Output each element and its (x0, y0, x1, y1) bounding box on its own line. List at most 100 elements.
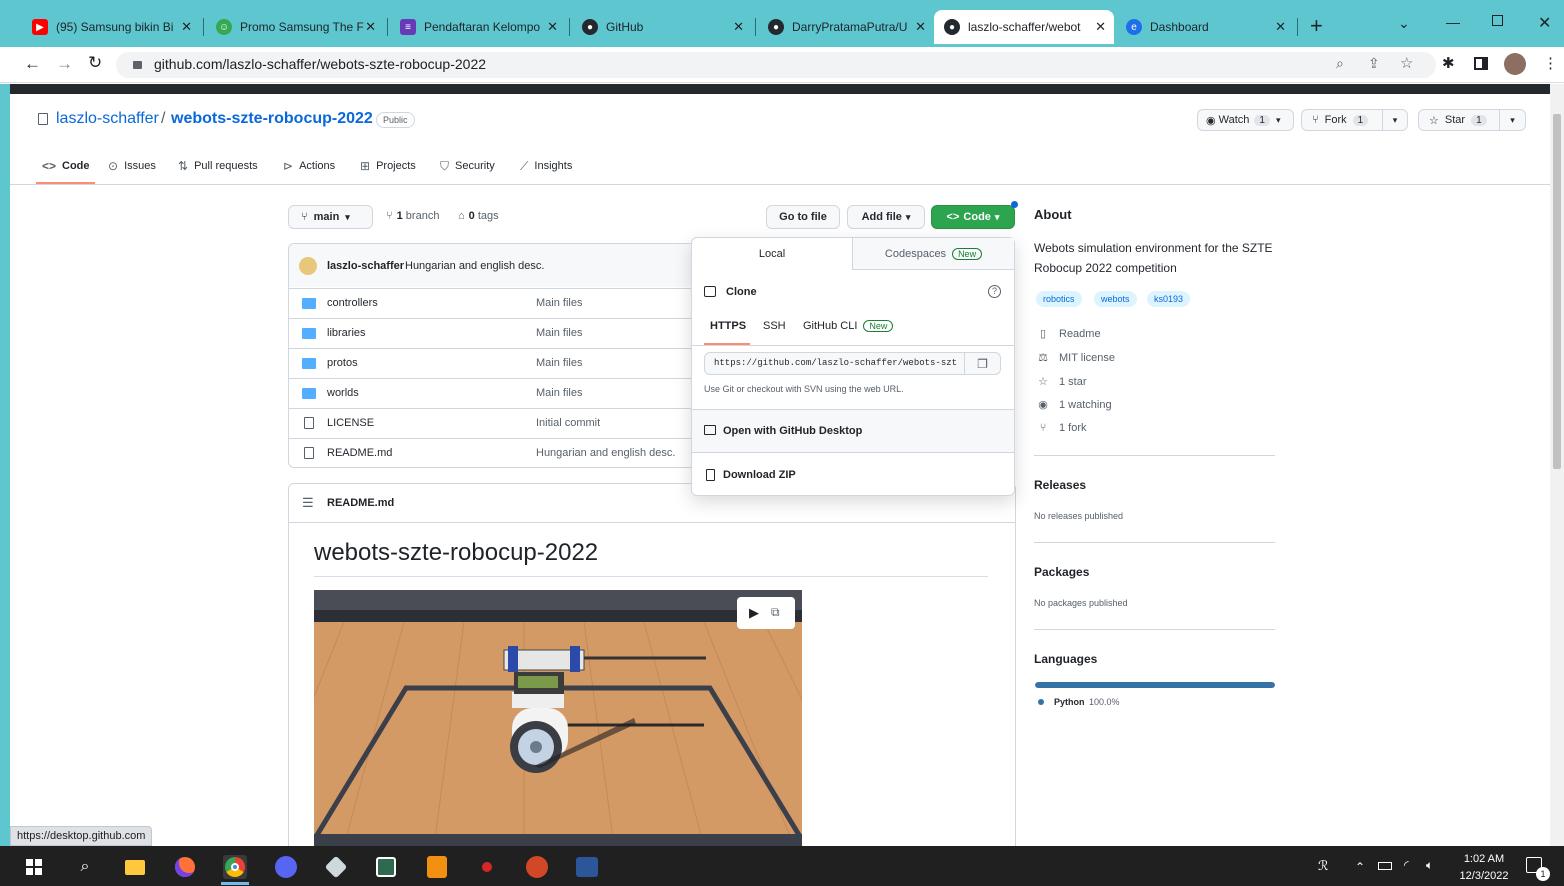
browser-tab-active[interactable]: ● laszlo-schaffer/webot ✕ (934, 10, 1114, 44)
tab-code[interactable]: <> Code (42, 158, 90, 174)
tab-codespaces[interactable]: Codespaces New (852, 238, 1014, 270)
star-button[interactable]: ☆ Star 1 (1418, 109, 1500, 131)
close-icon[interactable]: ✕ (733, 19, 744, 35)
word-icon[interactable] (575, 855, 599, 879)
lock-icon[interactable] (133, 61, 142, 69)
file-commit-message[interactable]: Main files (536, 297, 582, 309)
sidepanel-icon[interactable] (1474, 57, 1488, 70)
topic-tag[interactable]: robotics (1036, 291, 1082, 307)
packages-title[interactable]: Packages (1034, 565, 1089, 579)
tab-insights[interactable]: ⟋ Insights (520, 158, 572, 174)
star-dropdown-button[interactable]: ▾ (1499, 109, 1526, 131)
branch-select-button[interactable]: ⑂ main ▾ (288, 205, 373, 229)
close-icon[interactable]: ✕ (181, 19, 192, 35)
unity-icon[interactable] (324, 855, 348, 879)
browser-tab[interactable]: e Dashboard ✕ (1116, 10, 1294, 44)
close-icon[interactable]: ✕ (915, 19, 926, 35)
stars-link[interactable]: ☆ 1 star (1035, 375, 1086, 389)
powerpoint-icon[interactable] (525, 855, 549, 879)
tab-ssh[interactable]: SSH (763, 320, 786, 332)
tab-pull-requests[interactable]: ⇅ Pull requests (178, 158, 258, 174)
file-commit-message[interactable]: Initial commit (536, 417, 600, 429)
close-icon[interactable]: ✕ (1095, 19, 1106, 35)
forward-icon[interactable]: → (56, 54, 73, 74)
repo-owner-link[interactable]: laszlo-schaffer (56, 110, 159, 128)
language-name[interactable]: Python (1054, 697, 1085, 707)
list-icon[interactable]: ☰ (302, 495, 314, 511)
file-commit-message[interactable]: Hungarian and english desc. (536, 447, 675, 459)
close-icon[interactable]: ✕ (365, 19, 376, 35)
table-row[interactable]: README.md Hungarian and english desc. (288, 438, 728, 468)
app-gear-icon[interactable] (374, 855, 398, 879)
readme-video[interactable]: ▶ ⧉ (314, 590, 802, 846)
tab-issues[interactable]: ⊙ Issues (108, 158, 156, 174)
commit-message[interactable]: Hungarian and english desc. (405, 260, 544, 272)
file-name[interactable]: protos (327, 357, 358, 369)
repo-name-link[interactable]: webots-szte-robocup-2022 (171, 110, 373, 128)
back-icon[interactable]: ← (24, 54, 41, 74)
browser-tab[interactable]: ● GitHub ✕ (572, 10, 752, 44)
url-text[interactable]: github.com/laszlo-schaffer/webots-szte-r… (154, 56, 486, 72)
minimize-icon[interactable]: — (1446, 14, 1460, 30)
restore-icon[interactable] (1492, 15, 1503, 26)
window-close-icon[interactable]: ✕ (1538, 13, 1551, 33)
discord-icon[interactable] (274, 855, 298, 879)
tab-security[interactable]: ⛉ Security (440, 158, 495, 174)
wifi-icon[interactable]: ◜ (1404, 858, 1409, 872)
go-to-file-button[interactable]: Go to file (766, 205, 840, 229)
new-tab-icon[interactable]: + (1310, 14, 1323, 38)
releases-title[interactable]: Releases (1034, 478, 1086, 492)
tags-link[interactable]: ⌂ 0 tags (458, 210, 499, 222)
close-icon[interactable]: ✕ (1275, 19, 1286, 35)
browser-tab[interactable]: ▶ (95) Samsung bikin Bi ✕ (22, 10, 200, 44)
file-explorer-icon[interactable] (123, 855, 147, 879)
table-row[interactable]: controllers Main files (288, 288, 728, 318)
volume-icon[interactable]: 🔈︎ (1426, 858, 1433, 873)
commit-author[interactable]: laszlo-schaffer (327, 260, 404, 272)
fork-button[interactable]: ⑂ Fork 1 (1301, 109, 1383, 131)
download-zip-label[interactable]: Download ZIP (723, 469, 796, 481)
topic-tag[interactable]: ks0193 (1147, 291, 1191, 307)
tab-github-cli[interactable]: GitHub CLI New (803, 320, 894, 332)
license-link[interactable]: ⚖ MIT license (1035, 351, 1115, 365)
table-row[interactable]: libraries Main files (288, 318, 728, 348)
zoom-icon[interactable]: ⌕ (1336, 55, 1344, 72)
tab-https[interactable]: HTTPS (710, 320, 746, 332)
file-commit-message[interactable]: Main files (536, 387, 582, 399)
reload-icon[interactable]: ↻ (88, 53, 102, 73)
close-icon[interactable]: ✕ (547, 19, 558, 35)
watch-button[interactable]: ◉ Watch 1 ▾ (1197, 109, 1294, 131)
page-scrollbar[interactable] (1550, 84, 1564, 846)
forks-link[interactable]: ⑂ 1 fork (1035, 422, 1087, 434)
external-link-icon[interactable]: ⧉ (771, 605, 780, 620)
branches-link[interactable]: ⑂ 1 branch (386, 210, 439, 222)
profile-avatar[interactable] (1504, 53, 1526, 75)
table-row[interactable]: LICENSE Initial commit (288, 408, 728, 438)
tab-actions[interactable]: ⊳ Actions (283, 158, 335, 174)
author-avatar[interactable] (299, 257, 317, 275)
app-red-icon[interactable] (475, 855, 499, 879)
browser-tab[interactable]: ● DarryPratamaPutra/U ✕ (758, 10, 934, 44)
file-name[interactable]: worlds (327, 387, 359, 399)
tab-search-chevron-icon[interactable]: ⌄ (1398, 15, 1410, 32)
file-commit-message[interactable]: Main files (536, 327, 582, 339)
chevron-up-icon[interactable]: ⌃ (1355, 860, 1365, 874)
clock[interactable]: 1:02 AM 12/3/2022 (1456, 851, 1512, 885)
clone-url-input[interactable]: https://github.com/laszlo-schaffer/webot… (704, 352, 965, 375)
tab-local[interactable]: Local (692, 238, 852, 270)
windows-start-icon[interactable] (22, 855, 46, 879)
play-icon[interactable]: ▶ (749, 605, 759, 621)
file-name[interactable]: libraries (327, 327, 366, 339)
firefox-icon[interactable] (173, 855, 197, 879)
table-row[interactable]: worlds Main files (288, 378, 728, 408)
app-orange-icon[interactable] (425, 855, 449, 879)
open-desktop-label[interactable]: Open with GitHub Desktop (723, 425, 862, 437)
tab-projects[interactable]: ⊞ Projects (360, 158, 416, 174)
video-controls[interactable]: ▶ ⧉ (737, 597, 795, 629)
battery-icon[interactable] (1378, 862, 1392, 870)
file-name[interactable]: LICENSE (327, 417, 374, 429)
watching-link[interactable]: ◉ 1 watching (1035, 398, 1111, 412)
table-row[interactable]: protos Main files (288, 348, 728, 378)
share-icon[interactable]: ⇪ (1368, 55, 1380, 72)
scrollbar-thumb[interactable] (1553, 114, 1561, 469)
